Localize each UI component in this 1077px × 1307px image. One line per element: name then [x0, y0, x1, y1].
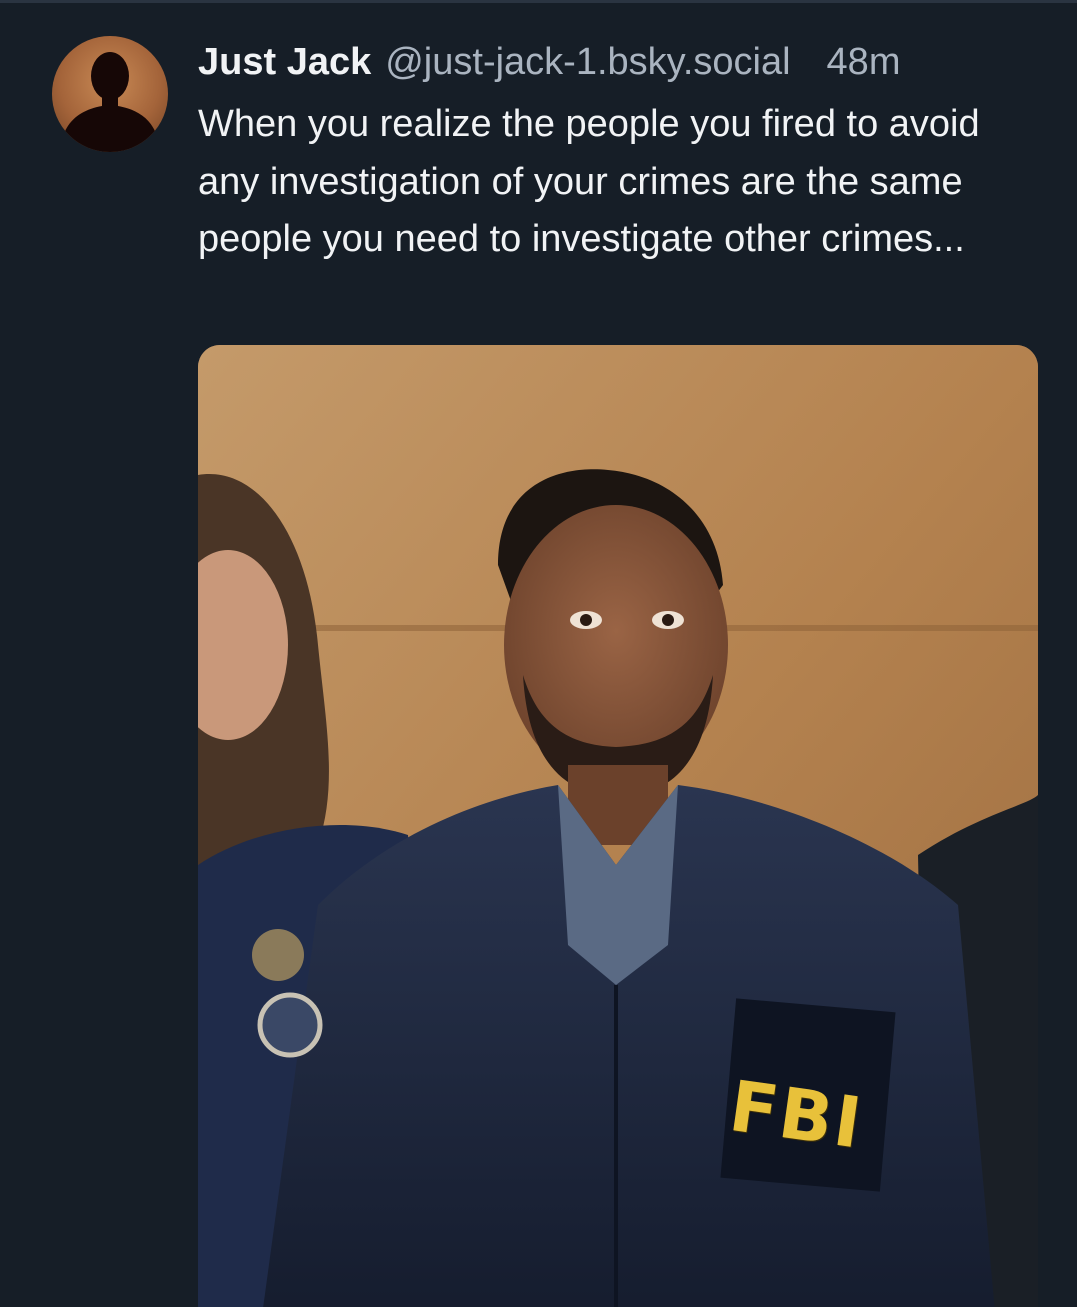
post-text: When you realize the people you fired to… — [198, 103, 980, 260]
divider — [0, 0, 1077, 3]
post-card[interactable]: Just Jack @just-jack-1.bsky.social 48m W… — [0, 0, 1077, 1307]
silhouette-avatar-icon — [60, 52, 160, 152]
photo-illustration — [198, 345, 1038, 1307]
author-handle[interactable]: @just-jack-1.bsky.social — [385, 38, 790, 86]
post-header: Just Jack @just-jack-1.bsky.social 48m — [198, 38, 1048, 86]
post-timestamp[interactable]: 48m — [827, 38, 901, 86]
post-image[interactable]: FBI — [198, 345, 1038, 1307]
author-display-name[interactable]: Just Jack — [198, 38, 371, 86]
author-avatar[interactable] — [52, 36, 168, 152]
